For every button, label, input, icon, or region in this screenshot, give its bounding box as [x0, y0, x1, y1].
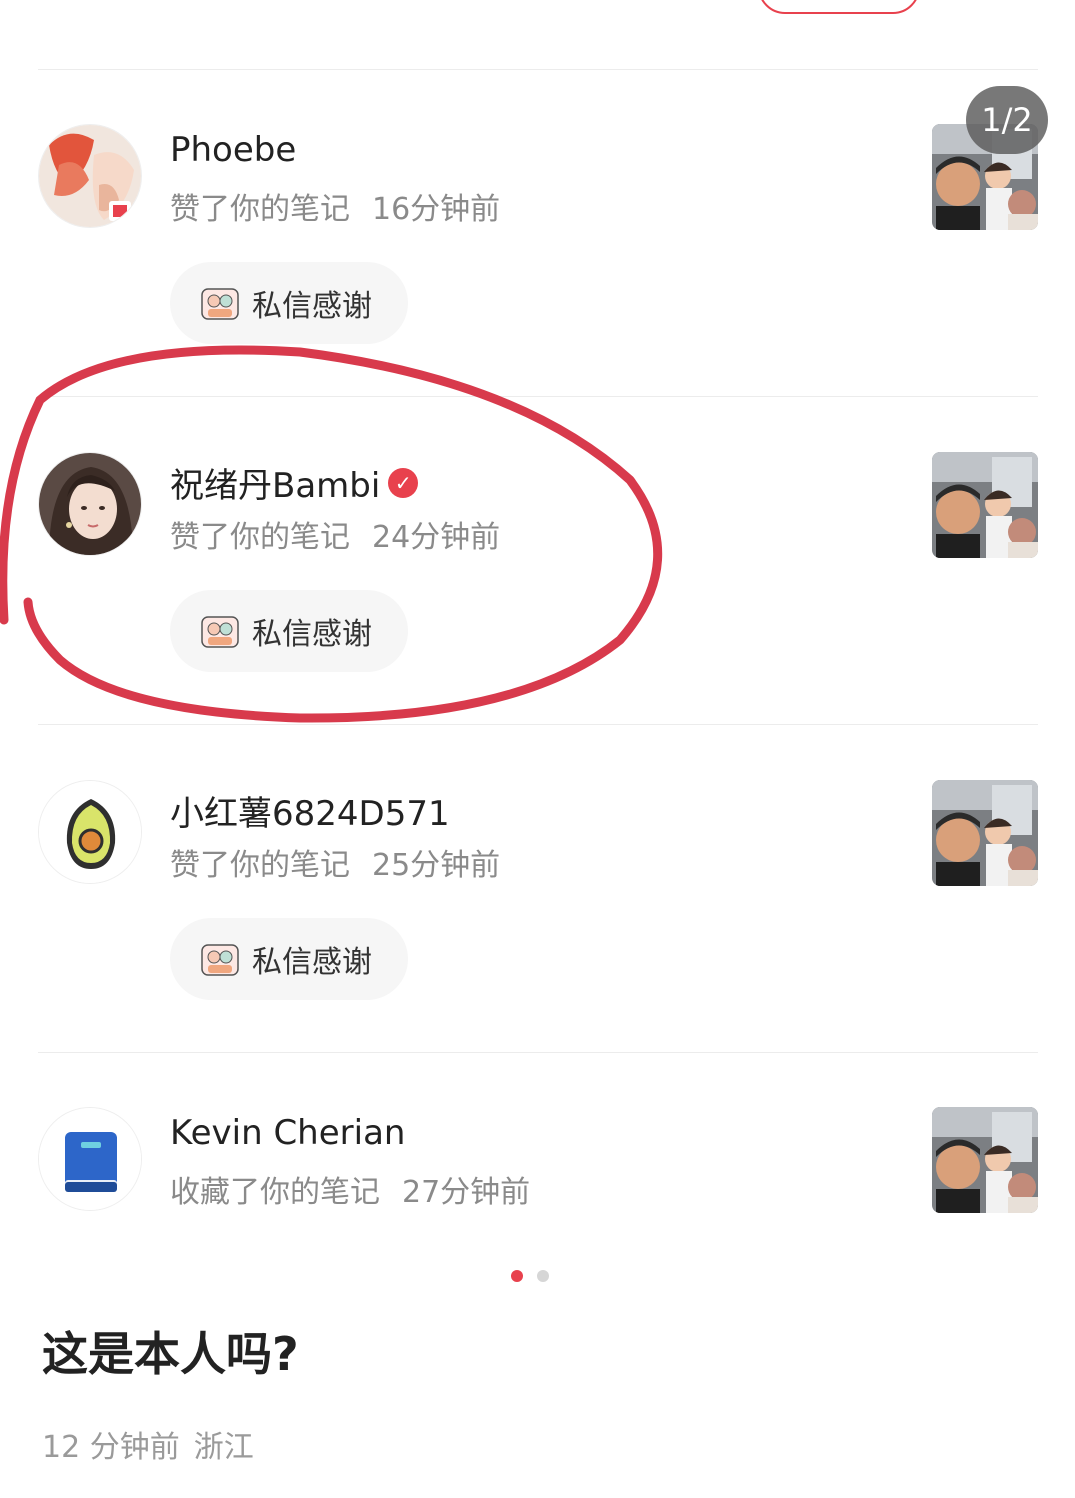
user-name-text: Phoebe	[170, 130, 297, 170]
user-name-text: Kevin Cherian	[170, 1113, 406, 1153]
notification-item[interactable]: Kevin Cherian 收藏了你的笔记 27分钟前	[0, 1107, 1075, 1217]
user-name[interactable]: Phoebe	[170, 130, 296, 170]
thank-sticker-icon	[198, 937, 242, 981]
user-name[interactable]: Kevin Cherian	[170, 1113, 405, 1153]
thank-sticker-icon	[198, 281, 242, 325]
post-time: 12 分钟前	[42, 1430, 180, 1465]
avatar[interactable]	[38, 124, 142, 228]
post-meta: 12 分钟前 浙江	[42, 1422, 254, 1466]
user-name-text: 小红薯6824D571	[170, 794, 450, 834]
thank-message-button[interactable]: 私信感谢	[170, 918, 408, 1000]
thank-label: 私信感谢	[252, 289, 372, 324]
time-text: 16分钟前	[372, 192, 501, 227]
follow-button[interactable]	[758, 0, 920, 14]
time-text: 25分钟前	[372, 848, 501, 883]
pagination-dots	[511, 1270, 549, 1282]
avatar[interactable]	[38, 1107, 142, 1211]
circle-annotation	[0, 345, 663, 723]
notification-meta: 收藏了你的笔记 27分钟前	[170, 1167, 530, 1211]
post-title: 这是本人吗?	[42, 1327, 299, 1381]
note-thumbnail[interactable]	[932, 780, 1038, 886]
action-text: 赞了你的笔记	[170, 848, 350, 883]
action-text: 收藏了你的笔记	[170, 1175, 380, 1210]
post-location: 浙江	[193, 1430, 254, 1465]
pagination-dot[interactable]	[537, 1270, 549, 1282]
notification-meta: 赞了你的笔记 25分钟前	[170, 840, 500, 884]
pagination-dot-active[interactable]	[511, 1270, 523, 1282]
notification-item[interactable]: 小红薯6824D571 赞了你的笔记 25分钟前 私信感谢	[0, 780, 1075, 1110]
user-name[interactable]: 小红薯6824D571	[170, 786, 450, 835]
top-bar: ⋯	[0, 0, 1075, 70]
more-icon[interactable]: ⋯	[962, 0, 984, 9]
note-thumbnail[interactable]	[932, 452, 1038, 558]
thank-label: 私信感谢	[252, 945, 372, 980]
notification-meta: 赞了你的笔记 16分钟前	[170, 184, 500, 228]
image-page-indicator: 1/2	[966, 86, 1048, 154]
divider	[38, 1052, 1038, 1053]
avatar[interactable]	[38, 780, 142, 884]
action-text: 赞了你的笔记	[170, 192, 350, 227]
note-thumbnail[interactable]	[932, 1107, 1038, 1213]
divider	[38, 69, 1038, 70]
time-text: 27分钟前	[402, 1175, 531, 1210]
thank-message-button[interactable]: 私信感谢	[170, 262, 408, 344]
